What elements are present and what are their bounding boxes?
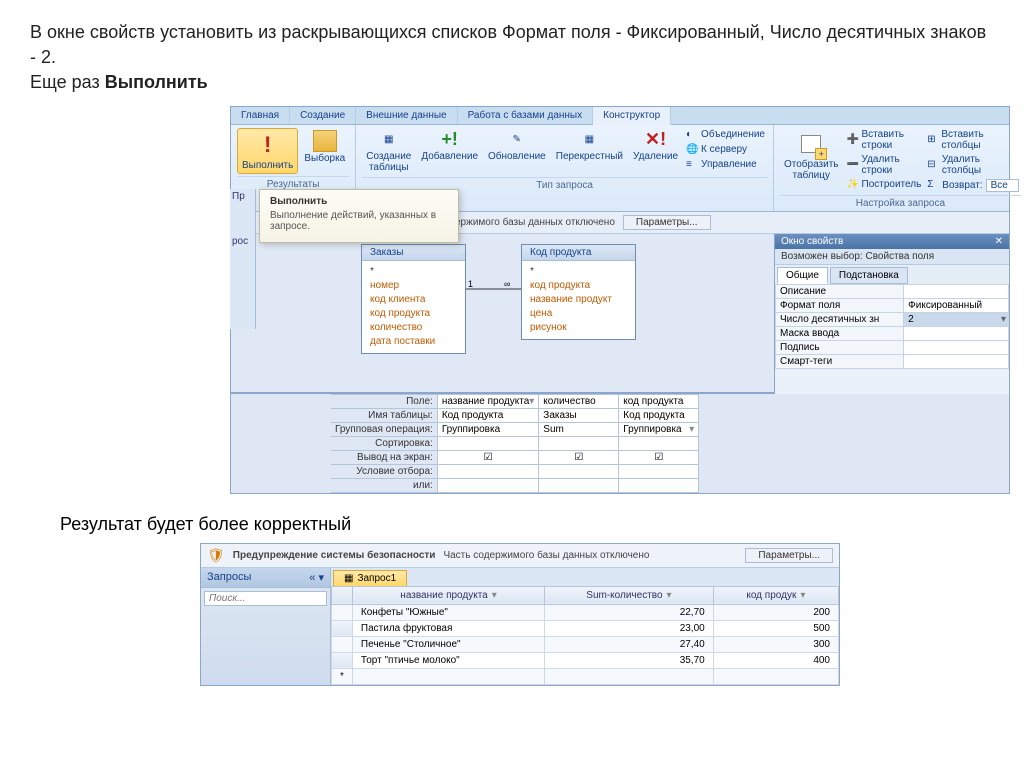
tab-design[interactable]: Конструктор [593, 107, 671, 125]
group-querysetup: Настройка запроса [780, 195, 1021, 209]
insert-row-icon: ➕ [847, 134, 859, 146]
query-tab[interactable]: ▦Запрос1 [333, 570, 407, 586]
table-row[interactable]: Торт "птичье молоко"35,70400 [332, 652, 839, 668]
delete-col-icon: ⊟ [927, 159, 939, 171]
nav-search-input[interactable] [204, 591, 327, 606]
update-button[interactable]: ✎Обновление [484, 128, 550, 164]
insert-col-icon: ⊞ [927, 134, 938, 146]
access-window-datasheet: 🛡 Предупреждение системы безопасности Ча… [200, 543, 840, 686]
query-diagram[interactable]: Заказы * номер код клиента код продукта … [231, 234, 774, 394]
datadef-button[interactable]: ≡Управление [684, 158, 767, 172]
insert-rows-button[interactable]: ➕Вставить строки [845, 128, 924, 152]
ribbon-tabs: Главная Создание Внешние данные Работа с… [231, 107, 1009, 125]
params-button[interactable]: Параметры... [745, 548, 833, 563]
prop-caption[interactable] [904, 340, 1009, 354]
delete-x-icon: ✕! [646, 130, 666, 150]
show-checkbox[interactable]: ☑ [539, 450, 619, 464]
wand-icon: ✨ [847, 179, 859, 191]
prop-tab-lookup[interactable]: Подстановка [830, 267, 908, 284]
sql-icon: ≡ [686, 159, 698, 171]
delete-cols-button[interactable]: ⊟Удалить столбцы [925, 153, 1021, 177]
col-header[interactable]: название продукта▾ [352, 586, 544, 604]
query-design-grid[interactable]: Поле: название продукта количество код п… [231, 394, 1009, 493]
propsheet-title: Окно свойств [781, 236, 843, 247]
table-row[interactable]: Пастила фруктовая23,00500 [332, 620, 839, 636]
params-button[interactable]: Параметры... [623, 215, 711, 230]
showtable-button[interactable]: +Отобразить таблицу [780, 128, 843, 183]
shield-icon: 🛡 [207, 547, 225, 564]
tab-dbtools[interactable]: Работа с базами данных [458, 107, 594, 124]
property-grid: Описание Формат поляФиксированный Число … [775, 284, 1009, 369]
group-results: Результаты [237, 176, 349, 190]
prop-mask[interactable] [904, 326, 1009, 340]
close-icon[interactable]: ✕ [995, 236, 1003, 247]
col-header[interactable]: код продук▾ [713, 586, 838, 604]
showtable-icon: + [797, 130, 825, 158]
union-icon: ◐ [686, 129, 698, 141]
result-caption: Результат будет более корректный [60, 514, 994, 535]
run-tooltip: Выполнить Выполнение действий, указанных… [259, 189, 459, 243]
passthrough-button[interactable]: 🌐К серверу [684, 143, 767, 157]
nav-pane-collapsed[interactable]: Пр рос [230, 189, 256, 329]
new-row[interactable]: * [332, 668, 839, 684]
delete-rows-button[interactable]: ➖Удалить строки [845, 153, 924, 177]
prop-smarttags[interactable] [904, 354, 1009, 368]
exclamation-icon: ! [254, 131, 282, 159]
return-icon: Σ [927, 179, 939, 191]
union-button[interactable]: ◐Объединение [684, 128, 767, 142]
prop-decimals[interactable]: 2 [904, 312, 1009, 326]
return-rows[interactable]: ΣВозврат: Все [925, 178, 1021, 193]
table-row[interactable]: Печенье "Столичное"27,40300 [332, 636, 839, 652]
builder-button[interactable]: ✨Построитель [845, 178, 924, 192]
show-checkbox[interactable]: ☑ [437, 450, 538, 464]
table-product[interactable]: Код продукта * код продукта название про… [521, 244, 636, 340]
datasheet-icon [313, 130, 337, 152]
crosstab-button[interactable]: ▦Перекрестный [552, 128, 627, 164]
chevron-left-icon[interactable]: « ▾ [309, 571, 324, 584]
table-row[interactable]: Конфеты "Южные"22,70200 [332, 604, 839, 620]
table-orders[interactable]: Заказы * номер код клиента код продукта … [361, 244, 466, 354]
tab-home[interactable]: Главная [231, 107, 290, 124]
navigation-pane: Запросы « ▾ [201, 568, 331, 685]
prop-tab-general[interactable]: Общие [777, 267, 828, 284]
append-button[interactable]: +!Добавление [417, 128, 482, 164]
security-warning-title: Предупреждение системы безопасности [233, 550, 436, 561]
insert-cols-button[interactable]: ⊞Вставить столбцы [925, 128, 1021, 152]
maketable-button[interactable]: ▦Создание таблицы [362, 128, 415, 175]
prop-description[interactable] [904, 284, 1009, 298]
tab-external[interactable]: Внешние данные [356, 107, 457, 124]
svg-text:1: 1 [468, 279, 473, 289]
access-window-designer: Главная Создание Внешние данные Работа с… [230, 106, 1010, 494]
property-sheet: Окно свойств✕ Возможен выбор: Свойства п… [774, 234, 1009, 394]
pencil-icon: ✎ [507, 130, 527, 150]
append-icon: +! [440, 130, 460, 150]
prop-format[interactable]: Фиксированный [904, 298, 1009, 312]
nav-category[interactable]: Запросы [207, 571, 251, 583]
select-query-button[interactable]: Выборка [300, 128, 349, 166]
crosstab-icon: ▦ [579, 130, 599, 150]
col-header[interactable]: Sum-количество▾ [545, 586, 714, 604]
delete-row-icon: ➖ [847, 159, 859, 171]
run-button[interactable]: ! Выполнить [237, 128, 298, 174]
globe-icon: 🌐 [686, 144, 698, 156]
delete-button[interactable]: ✕!Удаление [629, 128, 682, 164]
result-table: название продукта▾ Sum-количество▾ код п… [331, 586, 839, 685]
relationship-line: 1∞ [466, 279, 521, 299]
instruction-text: В окне свойств установить из раскрывающи… [30, 20, 994, 96]
query-icon: ▦ [344, 573, 353, 584]
tab-create[interactable]: Создание [290, 107, 356, 124]
svg-text:∞: ∞ [504, 279, 510, 289]
table-plus-icon: ▦ [379, 130, 399, 150]
show-checkbox[interactable]: ☑ [619, 450, 699, 464]
